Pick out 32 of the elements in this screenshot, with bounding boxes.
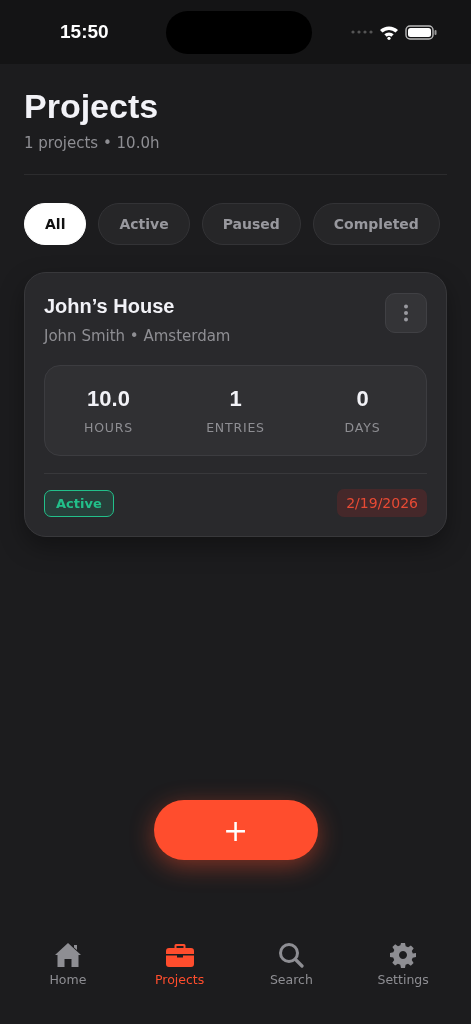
settings-icon <box>390 942 417 968</box>
wifi-icon <box>379 24 399 40</box>
search-icon <box>278 942 305 968</box>
stat-label: DAYS <box>344 420 381 435</box>
house-icon <box>53 942 82 968</box>
project-client: John Smith • Amsterdam <box>44 327 231 345</box>
briefcase-icon <box>165 942 194 968</box>
status-time: 15:50 <box>60 21 109 43</box>
stat-value: 10.0 <box>87 386 130 412</box>
project-name: John’s House <box>44 295 176 318</box>
tab-item[interactable]: Search <box>246 918 337 987</box>
filter-chip[interactable]: Paused <box>201 203 301 245</box>
stat-value: 0 <box>356 386 369 412</box>
stat-label: ENTRIES <box>206 420 265 435</box>
tab-item[interactable]: Home <box>22 918 113 987</box>
more-icon <box>403 304 409 322</box>
tab-item[interactable]: Projects <box>134 918 225 987</box>
filter-chip[interactable]: Completed <box>312 203 440 245</box>
filter-chip[interactable]: Active <box>98 203 190 245</box>
more-button[interactable] <box>385 293 427 333</box>
signal-icon <box>351 30 373 34</box>
projects-summary: 1 projects • 10.0h <box>24 134 161 152</box>
page-title: Projects <box>24 86 160 126</box>
date-badge: 2/19/2026 <box>337 489 427 517</box>
stat-value: 1 <box>229 386 242 412</box>
filter-chip[interactable]: All <box>24 203 87 245</box>
battery-icon <box>405 24 437 40</box>
add-button[interactable]: + <box>153 800 318 860</box>
project-card[interactable]: John’s House John Smith • Amsterdam 10.0 HOURS 1 ENTRIES 0 DAYS Active 2/19/2026 <box>24 272 447 537</box>
stat-label: HOURS <box>84 420 133 435</box>
status-badge: Active <box>44 489 114 517</box>
tab-item[interactable]: Settings <box>358 918 449 987</box>
